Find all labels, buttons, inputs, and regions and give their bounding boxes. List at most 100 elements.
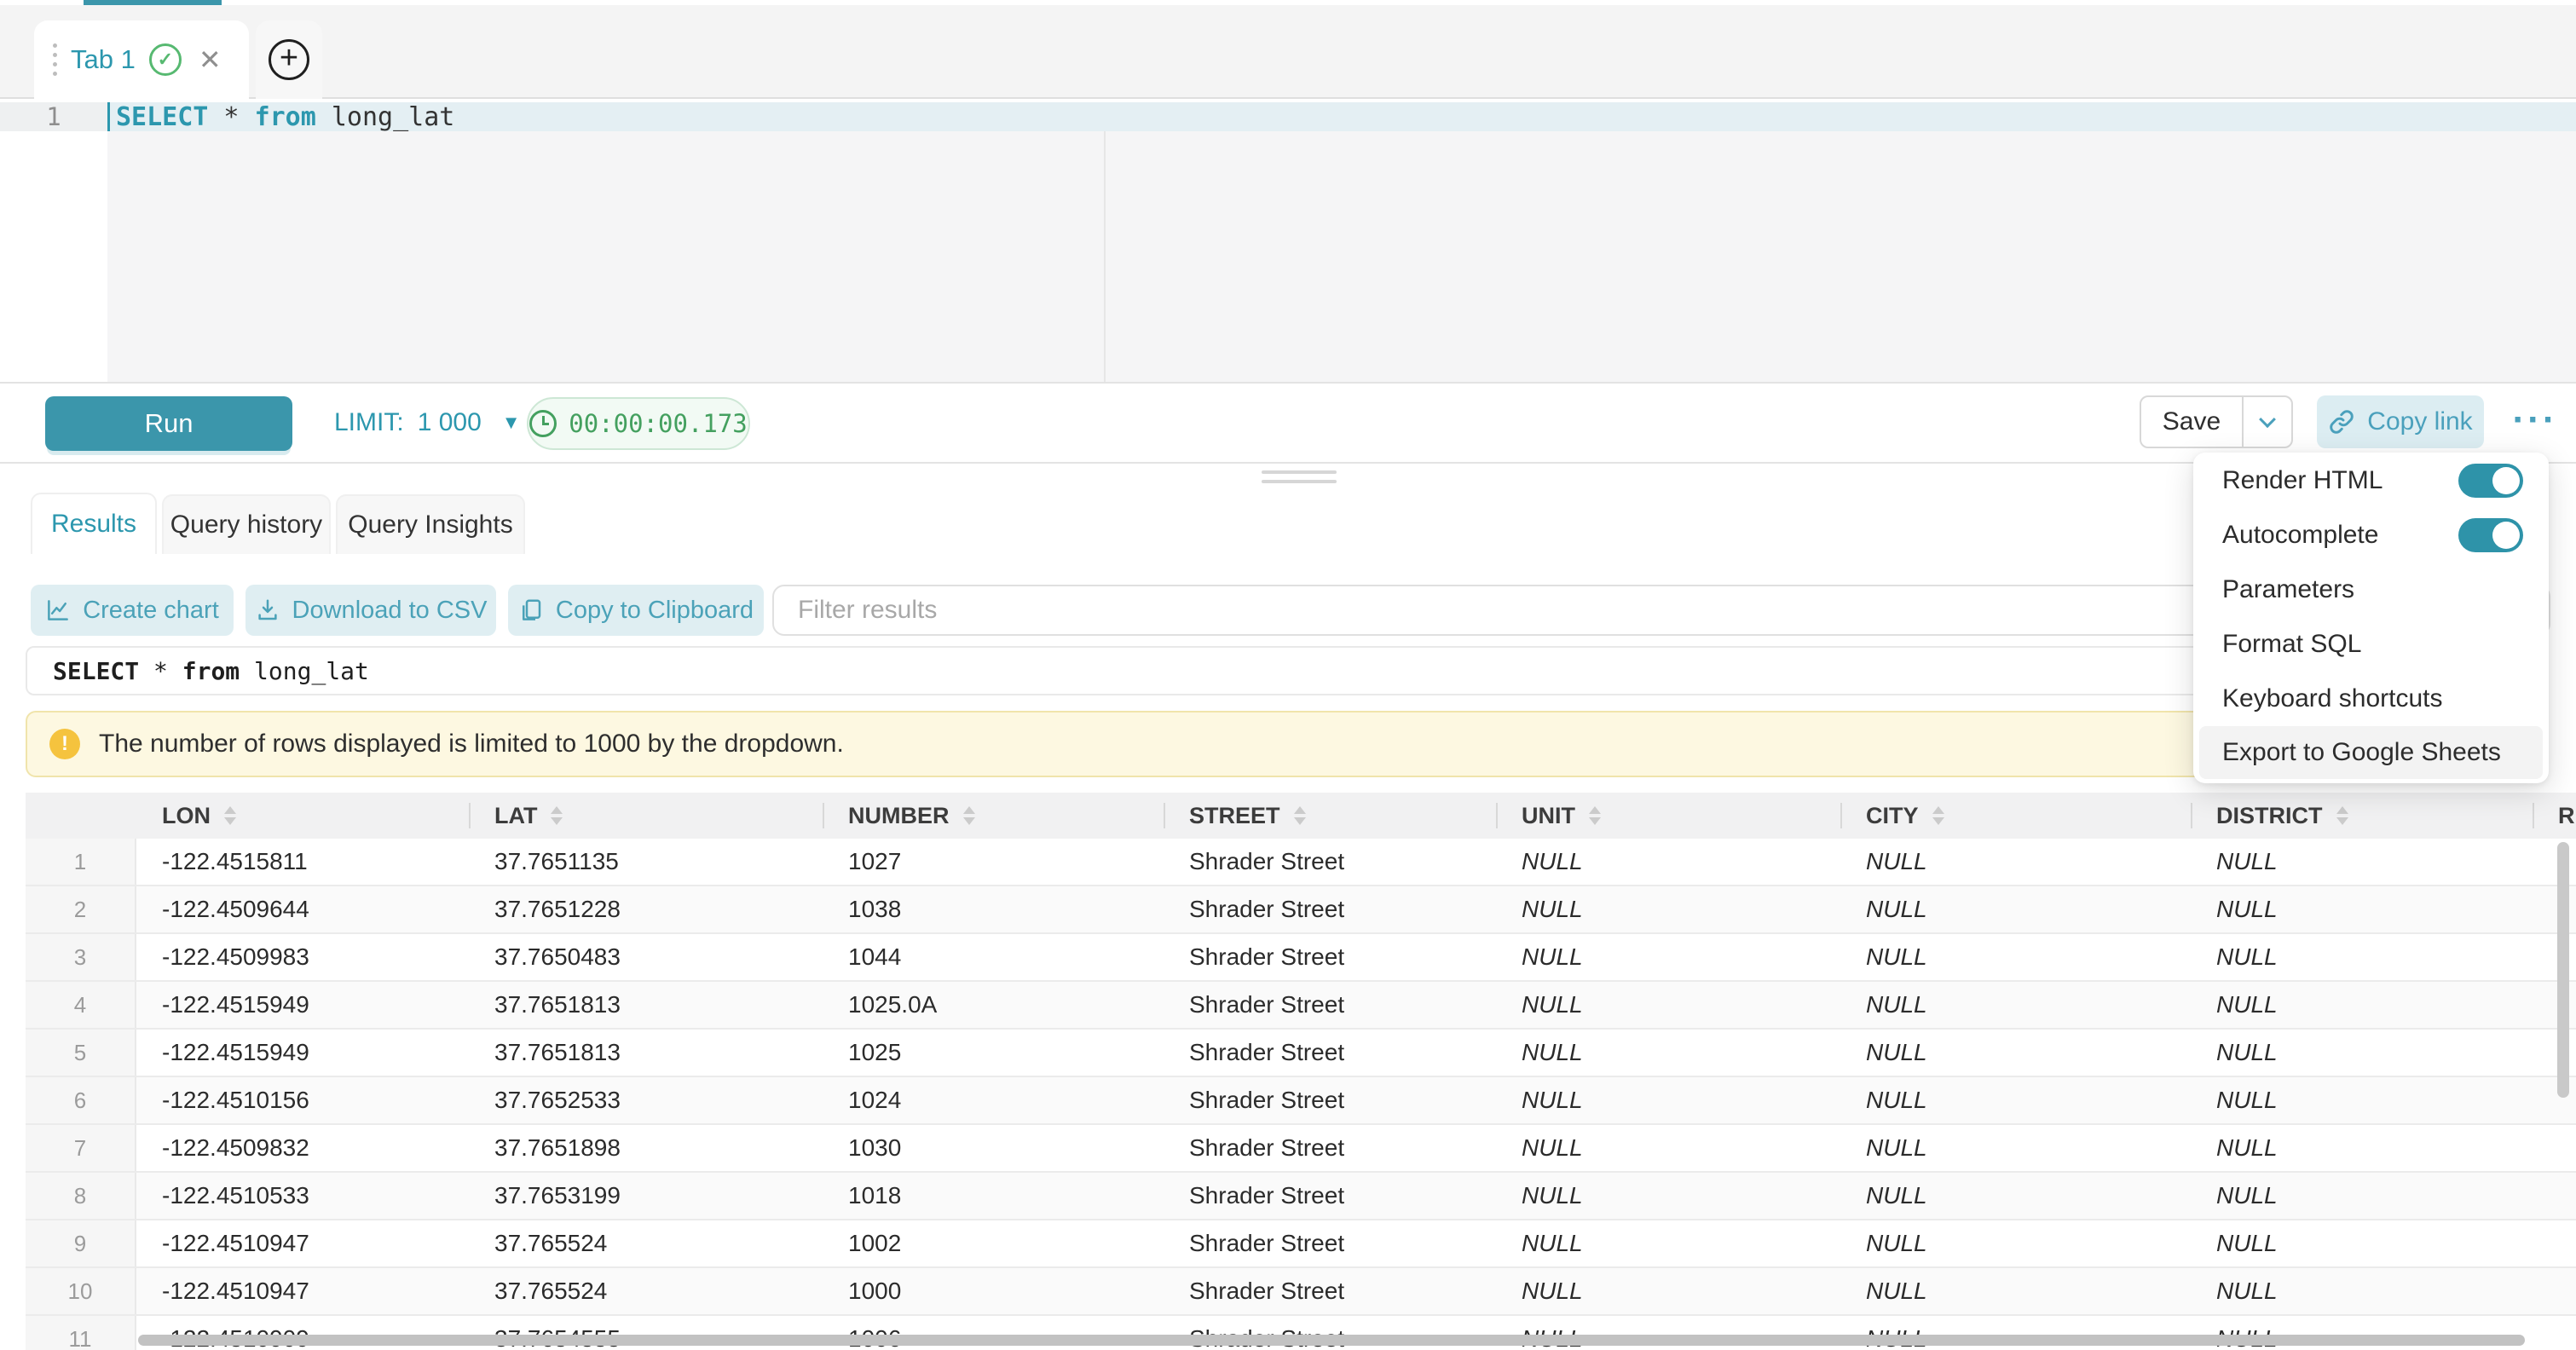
menu-item-label: Render HTML <box>2222 466 2383 495</box>
table-cell: NULL <box>2191 1220 2533 1266</box>
table-cell: NULL <box>1496 1030 1840 1076</box>
table-cell: 37.7651135 <box>469 839 823 885</box>
sql-editor[interactable]: 1 SELECT * from long_lat <box>0 101 2576 382</box>
table-row[interactable]: 2-122.450964437.76512281038Shrader Stree… <box>26 886 2576 934</box>
editor-pane-divider[interactable] <box>1104 131 1106 382</box>
text-cursor <box>107 102 110 131</box>
horizontal-scrollbar[interactable] <box>138 1335 2525 1346</box>
timer-value: 00:00:00.173 <box>569 409 748 438</box>
column-header-district[interactable]: DISTRICT <box>2191 793 2533 839</box>
table-cell: Shrader Street <box>1164 1125 1496 1171</box>
table-cell: NULL <box>1840 934 2191 980</box>
table-cell: NULL <box>2191 1030 2533 1076</box>
clock-icon <box>529 410 557 437</box>
create-chart-button[interactable]: Create chart <box>31 585 234 636</box>
table-cell <box>2533 1220 2576 1266</box>
table-cell: 37.7651228 <box>469 886 823 932</box>
vertical-scrollbar[interactable] <box>2557 842 2569 1098</box>
table-cell: NULL <box>1840 1125 2191 1171</box>
table-row[interactable]: 1-122.451581137.76511351027Shrader Stree… <box>26 839 2576 886</box>
row-number-header <box>26 793 136 839</box>
table-cell: 37.7650483 <box>469 934 823 980</box>
pane-resize-handle[interactable] <box>1262 470 1337 489</box>
column-header-number[interactable]: NUMBER <box>823 793 1164 839</box>
row-number: 1 <box>26 839 136 885</box>
table-cell: Shrader Street <box>1164 839 1496 885</box>
sort-icon[interactable] <box>1932 806 1944 825</box>
more-options-menu: Render HTML Autocomplete Parameters Form… <box>2193 453 2549 783</box>
menu-item-export-google-sheets[interactable]: Export to Google Sheets <box>2199 726 2543 779</box>
menu-item-parameters[interactable]: Parameters <box>2193 562 2549 617</box>
sort-icon[interactable] <box>224 806 236 825</box>
table-cell: 1025 <box>823 1030 1164 1076</box>
save-button[interactable]: Save <box>2141 397 2242 447</box>
drag-handle-icon[interactable] <box>53 43 57 76</box>
table-cell: -122.4509644 <box>136 886 469 932</box>
table-cell: 1018 <box>823 1173 1164 1219</box>
tab-results[interactable]: Results <box>31 493 157 554</box>
table-cell: NULL <box>1840 886 2191 932</box>
sort-icon[interactable] <box>963 806 975 825</box>
editor-empty-area[interactable] <box>0 131 2576 382</box>
sort-icon[interactable] <box>1294 806 1306 825</box>
table-cell: -122.4510156 <box>136 1077 469 1123</box>
download-csv-button[interactable]: Download to CSV <box>245 585 496 636</box>
sort-icon[interactable] <box>551 806 563 825</box>
copy-clipboard-button[interactable]: Copy to Clipboard <box>508 585 764 636</box>
menu-item-render-html[interactable]: Render HTML <box>2193 453 2549 508</box>
table-cell: 37.7652533 <box>469 1077 823 1123</box>
table-row[interactable]: 7-122.450983237.76518981030Shrader Stree… <box>26 1125 2576 1173</box>
row-number: 9 <box>26 1220 136 1266</box>
table-cell: -122.4515949 <box>136 982 469 1028</box>
table-cell <box>2533 839 2576 885</box>
results-table-body: 1-122.451581137.76511351027Shrader Stree… <box>26 839 2576 1350</box>
table-row[interactable]: 3-122.450998337.76504831044Shrader Stree… <box>26 934 2576 982</box>
add-tab-icon[interactable]: + <box>269 39 309 80</box>
table-cell: Shrader Street <box>1164 1268 1496 1314</box>
save-split-button: Save <box>2140 395 2293 448</box>
column-header-lat[interactable]: LAT <box>469 793 823 839</box>
limit-value: 1 000 <box>418 408 482 437</box>
table-row[interactable]: 9-122.451094737.7655241002Shrader Street… <box>26 1220 2576 1268</box>
table-row[interactable]: 5-122.451594937.76518131025Shrader Stree… <box>26 1030 2576 1077</box>
warning-icon: ! <box>49 729 80 759</box>
table-cell <box>2533 886 2576 932</box>
render-html-toggle[interactable] <box>2458 464 2523 498</box>
column-header-lon[interactable]: LON <box>136 793 469 839</box>
tab-query-history[interactable]: Query history <box>162 494 331 554</box>
run-button[interactable]: Run <box>45 396 292 451</box>
menu-item-format-sql[interactable]: Format SQL <box>2193 617 2549 672</box>
table-row[interactable]: 6-122.451015637.76525331024Shrader Stree… <box>26 1077 2576 1125</box>
column-header-re[interactable]: RE <box>2533 793 2576 839</box>
sort-icon[interactable] <box>2336 806 2348 825</box>
table-cell: 37.765524 <box>469 1268 823 1314</box>
sql-keyword: SELECT <box>116 102 208 132</box>
table-row[interactable]: 10-122.451094737.7655241000Shrader Stree… <box>26 1268 2576 1316</box>
editor-tab-bar: Tab 1 ✓ ✕ + <box>0 5 2576 99</box>
autocomplete-toggle[interactable] <box>2458 518 2523 552</box>
sort-icon[interactable] <box>1589 806 1601 825</box>
editor-tab[interactable]: Tab 1 ✓ ✕ <box>34 20 249 99</box>
table-cell: NULL <box>2191 886 2533 932</box>
limit-dropdown[interactable]: LIMIT: 1 000 ▼ <box>334 384 521 462</box>
editor-active-line[interactable]: 1 SELECT * from long_lat <box>0 102 2576 131</box>
column-header-unit[interactable]: UNIT <box>1496 793 1840 839</box>
table-cell: NULL <box>1496 982 1840 1028</box>
copy-link-button[interactable]: Copy link <box>2317 395 2484 448</box>
table-row[interactable]: 4-122.451594937.76518131025.0AShrader St… <box>26 982 2576 1030</box>
menu-item-keyboard-shortcuts[interactable]: Keyboard shortcuts <box>2193 672 2549 726</box>
sql-code-line[interactable]: SELECT * from long_lat <box>107 102 2576 131</box>
more-menu-button[interactable]: ··· <box>2504 392 2566 448</box>
save-dropdown-button[interactable] <box>2242 397 2291 447</box>
table-cell: NULL <box>1840 1173 2191 1219</box>
table-cell: NULL <box>1496 1077 1840 1123</box>
new-tab-stub[interactable]: + <box>256 20 322 99</box>
column-header-street[interactable]: STREET <box>1164 793 1496 839</box>
close-tab-icon[interactable]: ✕ <box>199 43 222 76</box>
column-header-city[interactable]: CITY <box>1840 793 2191 839</box>
table-cell <box>2533 1173 2576 1219</box>
menu-item-autocomplete[interactable]: Autocomplete <box>2193 508 2549 562</box>
table-row[interactable]: 8-122.451053337.76531991018Shrader Stree… <box>26 1173 2576 1220</box>
table-cell <box>2533 982 2576 1028</box>
tab-query-insights[interactable]: Query Insights <box>336 494 525 554</box>
